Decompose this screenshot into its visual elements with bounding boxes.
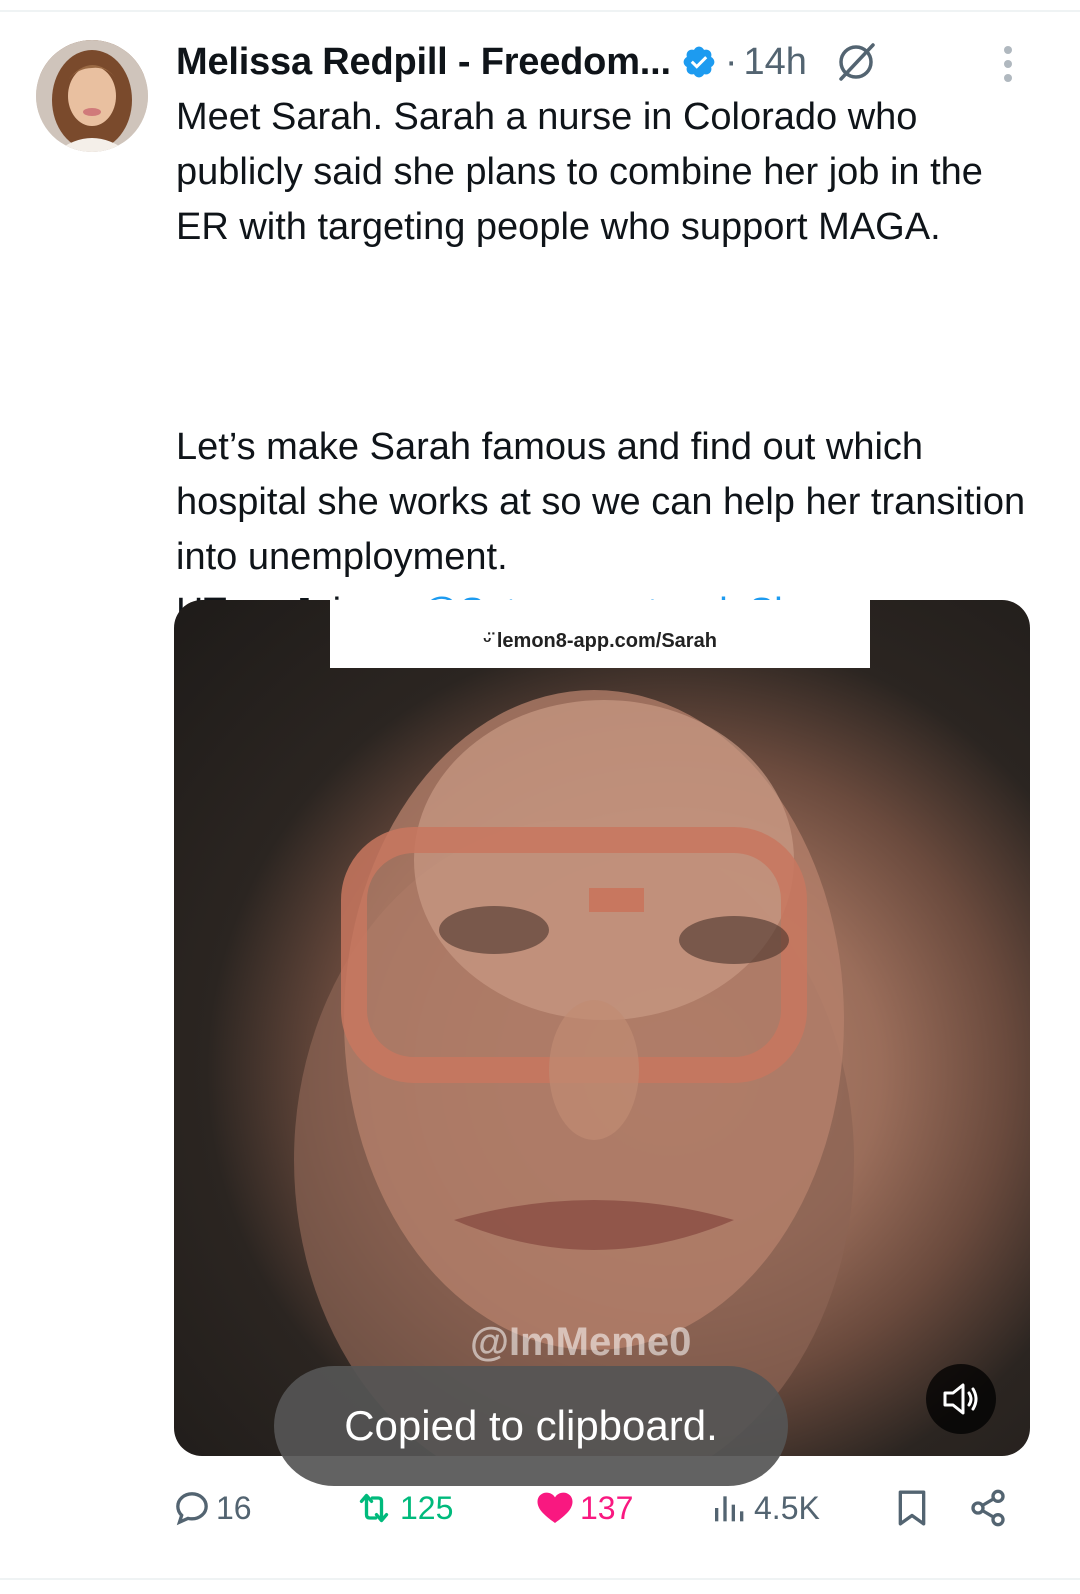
tweet-text: Meet Sarah. Sarah a nurse in Colorado wh…: [176, 90, 1046, 640]
top-divider: [0, 10, 1080, 12]
author-avatar[interactable]: [36, 40, 148, 152]
retweet-icon: [359, 1493, 389, 1523]
heart-icon: [537, 1492, 573, 1523]
views-button[interactable]: 4.5K: [710, 1480, 820, 1536]
video-player[interactable]: ᵕ̈ lemon8-app.com/Sarah @ImMeme0: [174, 600, 1030, 1456]
copied-toast: Copied to clipboard.: [274, 1366, 788, 1486]
media-url-text: ᵕ̈ lemon8-app.com/Sarah: [330, 630, 870, 653]
verified-badge-icon: [683, 46, 715, 78]
reply-count: 16: [216, 1489, 252, 1526]
bottom-divider: [0, 1578, 1080, 1580]
retweet-count: 125: [400, 1489, 454, 1526]
timestamp[interactable]: 14h: [744, 41, 807, 84]
retweet-button[interactable]: 125: [352, 1480, 453, 1536]
volume-icon: [943, 1383, 978, 1415]
bookmark-button[interactable]: [892, 1480, 936, 1536]
views-count: 4.5K: [754, 1489, 820, 1526]
share-button[interactable]: [968, 1480, 1012, 1536]
more-options-icon[interactable]: [1000, 44, 1016, 84]
like-button[interactable]: 137: [534, 1480, 633, 1536]
separator-dot: ·: [724, 40, 738, 83]
tweet-header: Melissa Redpill - Freedom... · 14h: [176, 34, 1056, 90]
bookmark-icon: [898, 1490, 926, 1526]
views-icon: [715, 1496, 744, 1522]
reply-button[interactable]: 16: [172, 1480, 252, 1536]
reply-icon: [176, 1492, 208, 1526]
tweet-paragraph-1: Meet Sarah. Sarah a nurse in Colorado wh…: [176, 96, 983, 248]
action-bar: 16 125 137 4.5K: [0, 1480, 1080, 1536]
tweet-paragraph-2: Let’s make Sarah famous and find out whi…: [176, 426, 1026, 578]
author-name[interactable]: Melissa Redpill - Freedom...: [176, 41, 671, 84]
url-banner: ᵕ̈ lemon8-app.com/Sarah: [330, 600, 870, 668]
like-count: 137: [580, 1489, 634, 1526]
media-url: lemon8-app.com/Sarah: [496, 630, 717, 652]
lemon8-logo-icon: ᵕ̈: [483, 630, 497, 652]
volume-button[interactable]: [926, 1364, 996, 1434]
grok-icon[interactable]: [833, 39, 879, 85]
video-watermark: @ImMeme0: [470, 1320, 692, 1364]
share-icon: [971, 1489, 1005, 1527]
